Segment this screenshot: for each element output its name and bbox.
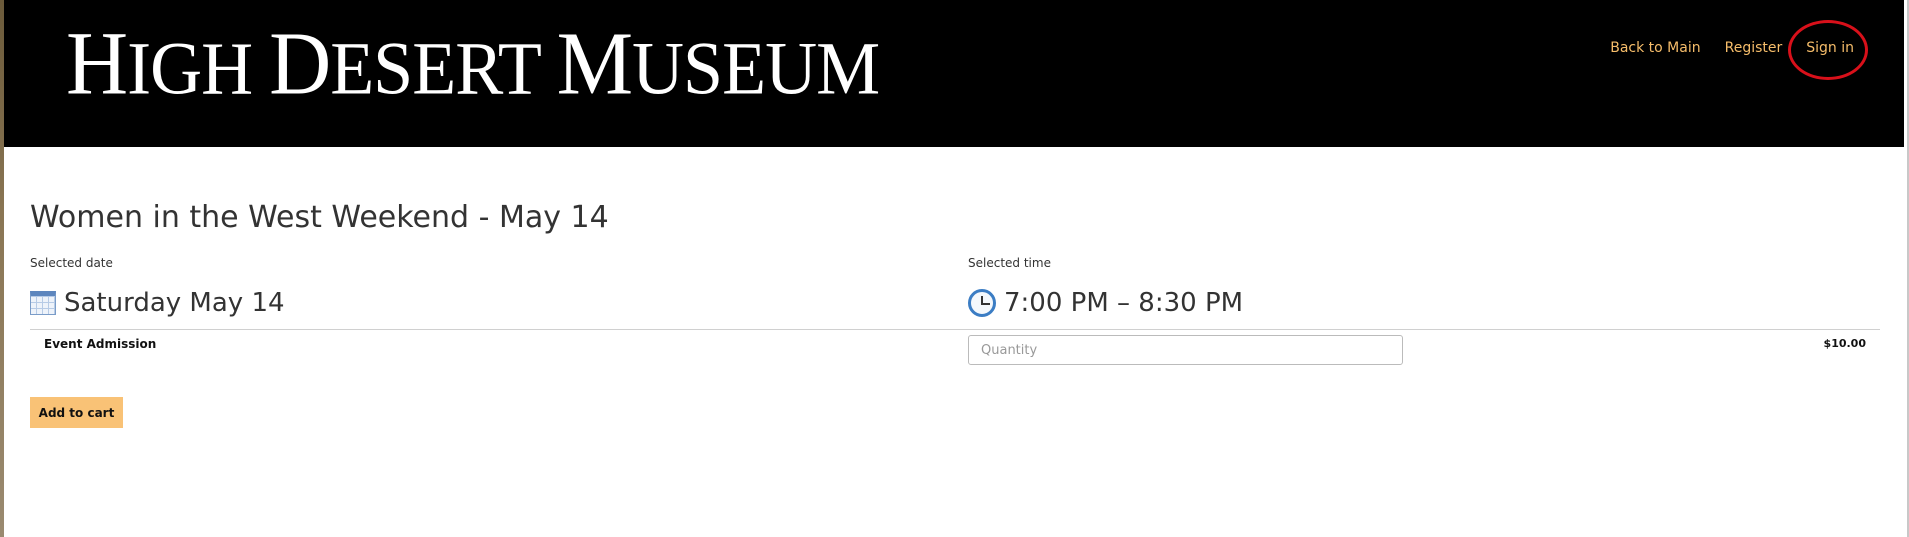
selected-date: Saturday May 14 [30, 288, 285, 318]
logo-text: USEUM [632, 26, 880, 111]
header-nav: Back to Main Register Sign in [1610, 20, 1869, 80]
logo-letter: M [556, 12, 633, 114]
logo-text: IGH [127, 26, 253, 111]
logo-text: ESERT [330, 26, 540, 111]
logo-letter: H [66, 12, 128, 114]
back-to-main-link[interactable]: Back to Main [1610, 40, 1700, 56]
calendar-icon [30, 291, 56, 315]
selected-time: 7:00 PM – 8:30 PM [968, 288, 1243, 318]
register-link[interactable]: Register [1725, 40, 1783, 56]
add-to-cart-button[interactable]: Add to cart [30, 397, 123, 428]
selected-date-value: Saturday May 14 [64, 288, 285, 318]
logo-letter: D [269, 12, 331, 114]
ticket-type-name: Event Admission [44, 337, 157, 351]
museum-logo[interactable]: HIGH DESERT MUSEUM [66, 18, 880, 111]
selected-time-label: Selected time [968, 256, 1051, 270]
ticket-price: $10.00 [1823, 337, 1866, 350]
divider [30, 329, 1880, 330]
page-title: Women in the West Weekend - May 14 [30, 200, 609, 235]
site-header: HIGH DESERT MUSEUM Back to Main Register… [4, 0, 1904, 147]
selected-time-value: 7:00 PM – 8:30 PM [1004, 288, 1244, 318]
sign-in-wrapper: Sign in [1788, 20, 1869, 80]
clock-icon [968, 289, 996, 317]
sign-in-link[interactable]: Sign in [1806, 40, 1854, 56]
selected-date-label: Selected date [30, 256, 113, 270]
quantity-input[interactable] [968, 335, 1403, 365]
